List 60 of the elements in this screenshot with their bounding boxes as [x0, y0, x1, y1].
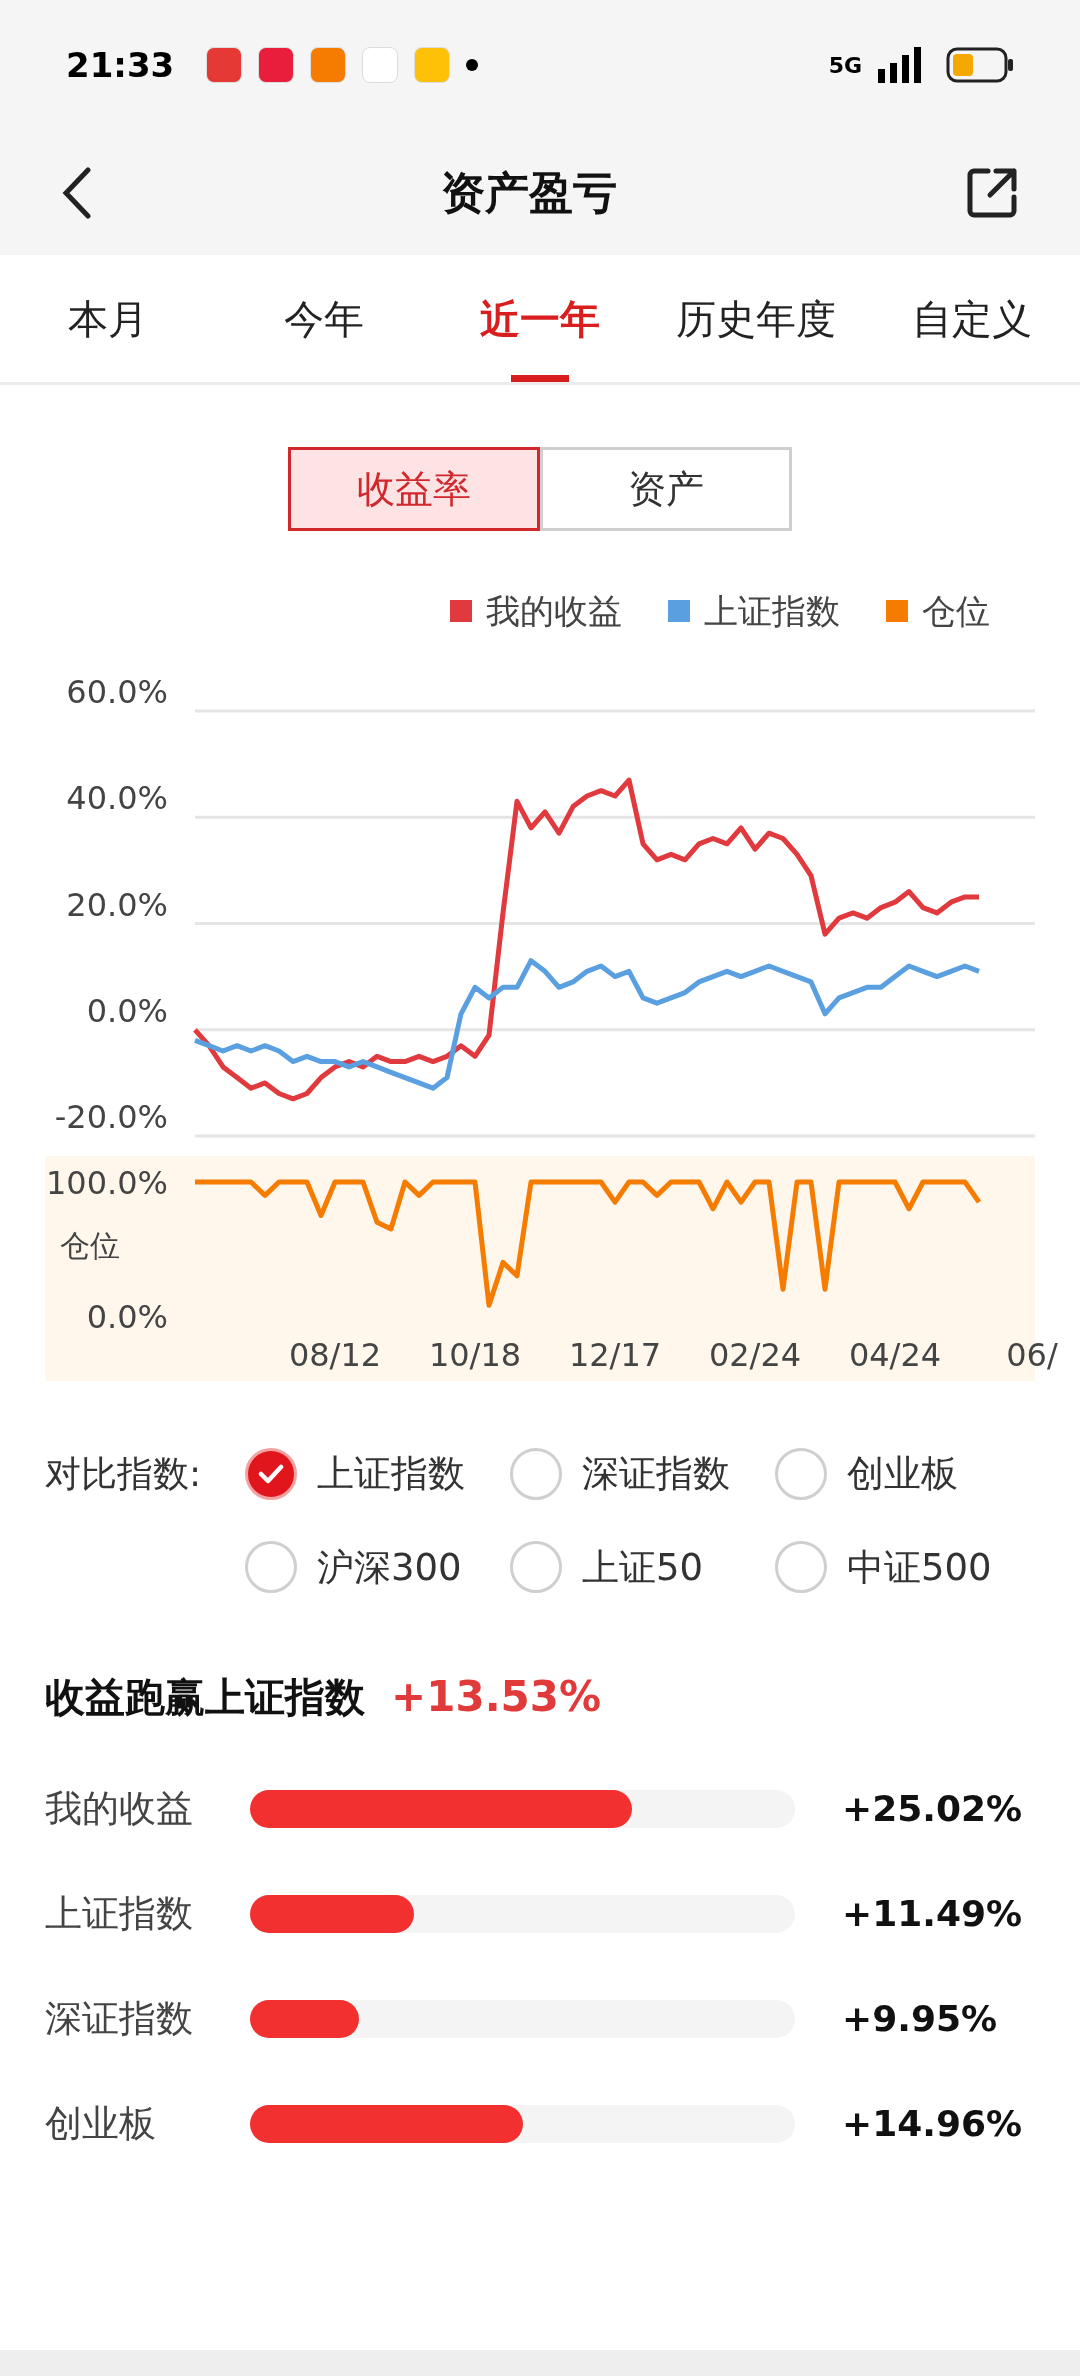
bar-value: +9.95% — [842, 1997, 998, 2041]
bar-value: +14.96% — [842, 2102, 1023, 2146]
legend-label: 上证指数 — [704, 589, 840, 633]
axis-label: 0.0% — [86, 1298, 168, 1336]
period-tab[interactable]: 历史年度 — [648, 255, 864, 382]
signal-icon — [878, 47, 922, 83]
axis-label: 10/18 — [428, 1336, 522, 1374]
axis-title: 仓位 — [60, 1228, 120, 1263]
compare-label: 对比指数: — [45, 1451, 203, 1496]
axis-label: 60.0% — [66, 676, 168, 711]
network-label: 5G — [828, 51, 862, 80]
legend-label: 我的收益 — [486, 589, 622, 633]
axis-label: 02/24 — [708, 1336, 802, 1374]
app-icon — [258, 47, 295, 83]
share-icon[interactable] — [966, 166, 1018, 219]
app-icon — [414, 47, 451, 83]
app-icon — [310, 47, 347, 83]
app-icon — [206, 47, 243, 83]
toggle-button[interactable]: 资产 — [540, 447, 792, 531]
axis-label: 12/17 — [568, 1336, 662, 1374]
radio-button[interactable] — [775, 1447, 827, 1500]
axis-label: 100.0% — [46, 1164, 168, 1202]
radio-button[interactable] — [245, 1541, 297, 1594]
bar-label: 我的收益 — [45, 1786, 194, 1833]
toggle-button[interactable]: 收益率 — [288, 447, 540, 531]
app-icon — [362, 47, 399, 83]
radio-button[interactable] — [775, 1541, 827, 1594]
axis-label: 08/12 — [288, 1336, 382, 1374]
period-tab[interactable]: 本月 — [0, 255, 216, 382]
summary-value: +13.53% — [391, 1671, 602, 1723]
period-tab[interactable]: 近一年 — [432, 255, 648, 382]
battery-icon — [946, 47, 1014, 83]
summary-title: 收益跑赢上证指数 — [45, 1673, 365, 1722]
legend-label: 仓位 — [922, 589, 990, 633]
option-label: 沪深300 — [317, 1544, 462, 1591]
back-icon[interactable] — [62, 166, 92, 219]
bar-label: 深证指数 — [45, 1996, 194, 2043]
axis-label: 06/ — [1006, 1336, 1058, 1374]
period-tab[interactable]: 自定义 — [864, 255, 1080, 382]
radio-button[interactable] — [510, 1447, 562, 1500]
option-label: 创业板 — [847, 1451, 958, 1497]
axis-label: 04/24 — [848, 1336, 942, 1374]
option-label: 深证指数 — [582, 1451, 730, 1497]
status-time: 21:33 — [66, 43, 175, 87]
period-tab[interactable]: 今年 — [216, 255, 432, 382]
axis-label: 40.0% — [66, 779, 168, 818]
bar-label: 创业板 — [45, 2101, 157, 2148]
radio-button[interactable] — [245, 1447, 297, 1500]
axis-label: 20.0% — [66, 885, 168, 924]
option-label: 中证500 — [847, 1544, 992, 1591]
page-title: 资产盈亏 — [441, 165, 617, 220]
check-icon — [258, 1463, 284, 1484]
axis-label: -20.0% — [54, 1098, 168, 1136]
bar-value: +11.49% — [842, 1892, 1023, 1936]
axis-label: 0.0% — [86, 991, 168, 1030]
option-label: 上证指数 — [317, 1451, 465, 1497]
option-label: 上证50 — [582, 1544, 704, 1591]
bar-value: +25.02% — [842, 1787, 1023, 1831]
radio-button[interactable] — [510, 1541, 562, 1594]
bar-label: 上证指数 — [45, 1891, 194, 1938]
